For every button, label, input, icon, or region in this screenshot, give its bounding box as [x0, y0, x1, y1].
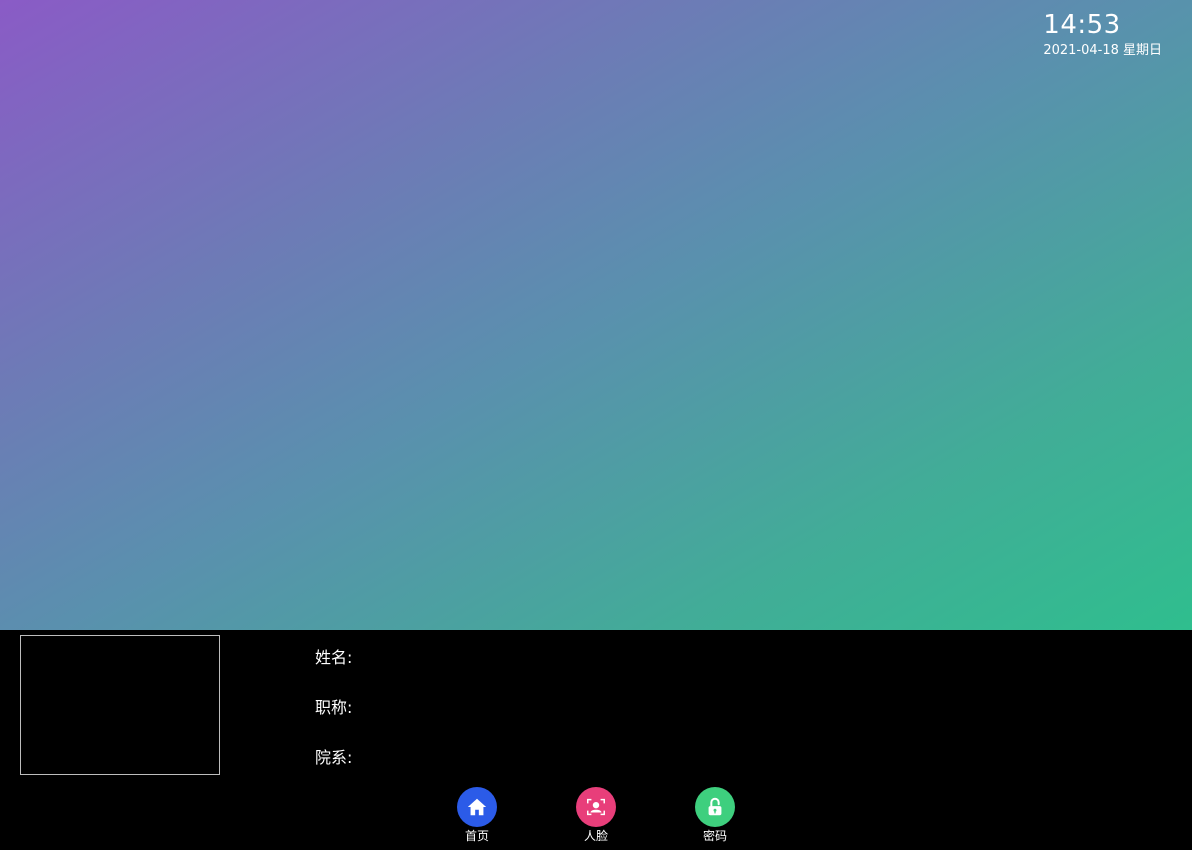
- name-label: 姓名:: [315, 648, 353, 667]
- clock-widget: 14:53 2021-04-18 星期日: [1002, 8, 1162, 60]
- hero-background: 14:53 2021-04-18 星期日: [0, 0, 1192, 630]
- nav-face-button[interactable]: 人脸: [566, 787, 626, 843]
- lock-icon: [695, 787, 735, 827]
- clock-date: 2021-04-18 星期日: [1043, 43, 1162, 58]
- nav-password-label: 密码: [702, 829, 727, 843]
- user-info: 姓名: 职称: 院系:: [315, 648, 352, 798]
- bottom-nav: 首页 人脸 密码: [0, 787, 1192, 847]
- clock-time: 14:53: [1043, 10, 1121, 40]
- bottom-panel: 姓名: 职称: 院系: 首页 人脸 密码: [0, 630, 1192, 850]
- nav-home-button[interactable]: 首页: [447, 787, 507, 843]
- nav-password-button[interactable]: 密码: [685, 787, 745, 843]
- title-label: 职称:: [315, 698, 353, 717]
- photo-frame: [20, 635, 220, 775]
- nav-home-label: 首页: [464, 829, 489, 843]
- face-icon: [576, 787, 616, 827]
- kiosk-screen: 14:53 2021-04-18 星期日 姓名: 职称: 院系: 首页 人脸 密…: [0, 0, 1192, 850]
- home-icon: [457, 787, 497, 827]
- nav-face-label: 人脸: [583, 829, 608, 843]
